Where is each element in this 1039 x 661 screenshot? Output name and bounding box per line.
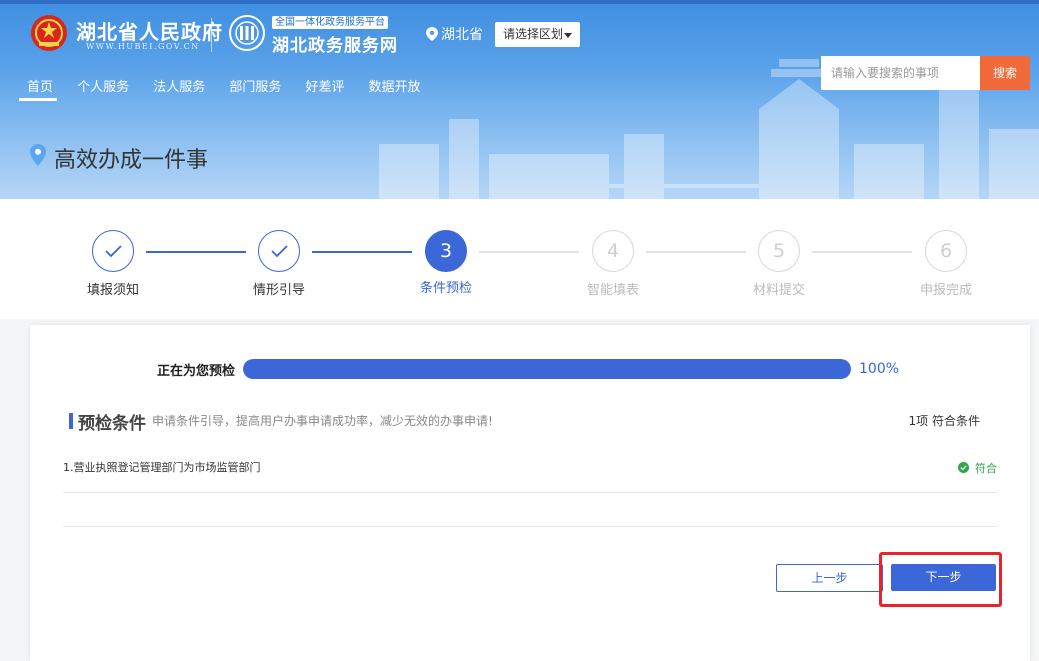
location-pin-icon — [426, 27, 438, 41]
step-label-5: 材料提交 — [752, 283, 805, 298]
step-label-2: 情形引导 — [252, 283, 305, 298]
page-location-pin-icon — [30, 144, 46, 166]
step-3-number: 3 — [425, 230, 467, 272]
main-nav: 首页 个人服务 法人服务 部门服务 好差评 数据开放 — [18, 74, 440, 102]
step-2-check-icon — [258, 230, 300, 272]
nav-item-personal-services[interactable]: 个人服务 — [77, 74, 129, 102]
current-location: 湖北省 — [441, 27, 483, 43]
step-connector — [312, 251, 412, 253]
service-platform-subtitle: 全国一体化政务服务平台 — [272, 16, 388, 29]
search-button[interactable]: 搜索 — [980, 56, 1030, 90]
precheck-progress-bar — [243, 359, 851, 379]
page-title: 高效办成一件事 — [54, 148, 209, 173]
header-top-line — [0, 0, 1039, 4]
gov-site-url: WWW.HUBEI.GOV.CN — [86, 42, 200, 51]
condition-row: 1.营业执照登记管理部门为市场监管部门 符合 — [63, 451, 997, 493]
region-select-label: 请选择区划 — [503, 27, 564, 41]
precheck-card: 正在为您预检 100% 预检条件 申请条件引导，提高用户办事申请成功率，减少无效… — [30, 325, 1030, 661]
nav-item-evaluation[interactable]: 好差评 — [305, 74, 344, 102]
precheck-progress-fill — [243, 359, 851, 379]
step-connector — [479, 251, 579, 253]
condition-status-label: 符合 — [975, 462, 997, 475]
condition-text: 1.营业执照登记管理部门为市场监管部门 — [63, 461, 261, 474]
step-label-4: 智能填表 — [586, 283, 639, 298]
condition-status: 符合 — [958, 460, 997, 476]
progress-label: 正在为您预检 — [157, 364, 236, 379]
check-circle-icon — [958, 462, 969, 473]
progress-steps: 填报须知 情形引导 3 条件预检 4 智能填表 5 材料提交 6 申报完成 — [0, 199, 1039, 319]
step-label-6: 申报完成 — [919, 283, 972, 298]
step-label-1: 填报须知 — [86, 283, 139, 298]
service-site-name[interactable]: 湖北政务服务网 — [272, 31, 398, 56]
site-header: 湖北省人民政府 WWW.HUBEI.GOV.CN 全国一体化政务服务平台 湖北政… — [0, 0, 1039, 199]
gov-site-name[interactable]: 湖北省人民政府 — [76, 16, 223, 45]
search-input[interactable] — [821, 56, 980, 90]
region-select[interactable]: 请选择区划 — [495, 22, 580, 47]
section-accent-bar — [69, 413, 73, 429]
nav-item-corporate-services[interactable]: 法人服务 — [153, 74, 205, 102]
step-1-check-icon — [92, 230, 134, 272]
previous-step-button[interactable]: 上一步 — [776, 564, 883, 592]
nav-item-open-data[interactable]: 数据开放 — [369, 74, 421, 102]
section-divider — [63, 526, 997, 527]
step-5-number: 5 — [758, 230, 800, 272]
progress-percent: 100% — [859, 361, 900, 377]
next-step-button[interactable]: 下一步 — [891, 564, 996, 591]
nav-active-indicator — [19, 98, 57, 101]
step-connector — [146, 251, 246, 253]
step-connector — [812, 251, 912, 253]
header-divider — [211, 18, 212, 52]
step-label-3: 条件预检 — [419, 281, 472, 296]
national-emblem-icon — [31, 15, 67, 51]
nav-item-department-services[interactable]: 部门服务 — [229, 74, 281, 102]
step-4-number: 4 — [592, 230, 634, 272]
step-6-number: 6 — [925, 230, 967, 272]
caret-down-icon — [564, 33, 572, 38]
step-connector — [646, 251, 746, 253]
service-platform-logo-icon — [229, 15, 265, 51]
section-description: 申请条件引导，提高用户办事申请成功率，减少无效的办事申请! — [152, 414, 493, 428]
section-title: 预检条件 — [78, 414, 146, 434]
condition-count: 1项 符合条件 — [908, 414, 980, 428]
